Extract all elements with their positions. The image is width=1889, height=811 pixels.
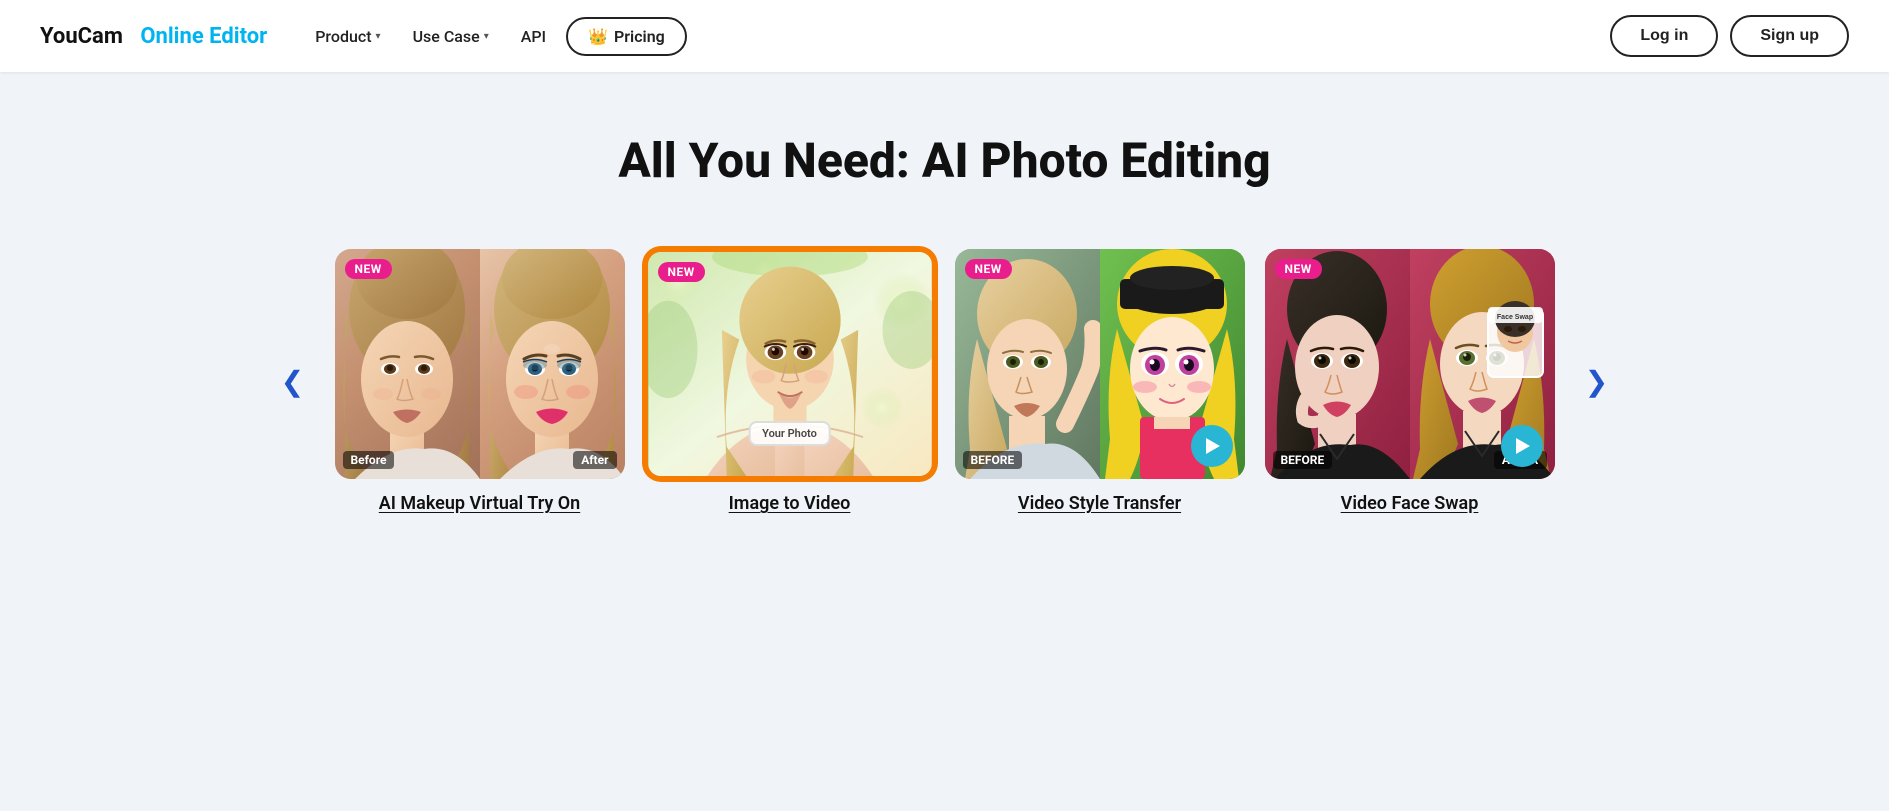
card2-background: Your Photo: [648, 252, 932, 476]
card4-before: [1265, 249, 1410, 479]
logo[interactable]: YouCam Online Editor: [40, 24, 267, 49]
play-button-vfs[interactable]: [1501, 425, 1543, 467]
nav-api[interactable]: API: [509, 19, 558, 54]
prev-arrow[interactable]: ❮: [271, 360, 315, 404]
card1-before: [335, 249, 480, 479]
nav-usecase-label: Use Case: [413, 27, 480, 46]
signup-button[interactable]: Sign up: [1730, 15, 1849, 57]
nav-usecase-chevron: ▾: [484, 31, 489, 42]
logo-youcam: YouCam: [40, 24, 123, 49]
card1-after: [480, 249, 625, 479]
new-badge-itv: NEW: [658, 262, 705, 282]
nav-product-label: Product: [315, 27, 371, 46]
nav-product-chevron: ▾: [376, 31, 381, 42]
card-vst-title: Video Style Transfer: [1018, 493, 1181, 514]
next-arrow[interactable]: ❯: [1575, 360, 1619, 404]
card-makeup-title: AI Makeup Virtual Try On: [379, 493, 580, 514]
new-badge-vfs: NEW: [1275, 259, 1322, 279]
card-itv-title: Image to Video: [729, 493, 851, 514]
card-vfs-image: NEW: [1265, 249, 1555, 479]
label-before-vst: BEFORE: [963, 451, 1023, 469]
nav-api-label: API: [521, 27, 546, 46]
section-title: All You Need: AI Photo Editing: [618, 132, 1270, 189]
crown-icon: 👑: [588, 27, 608, 46]
nav-pricing[interactable]: 👑 Pricing: [566, 17, 687, 56]
card1-split: [335, 249, 625, 479]
card-makeup[interactable]: NEW: [335, 249, 625, 514]
your-photo-label: Your Photo: [748, 421, 831, 446]
label-before-makeup: Before: [343, 451, 395, 469]
card3-before: [955, 249, 1100, 479]
card-makeup-image: NEW: [335, 249, 625, 479]
nav-product[interactable]: Product ▾: [303, 19, 392, 54]
nav-pricing-label: Pricing: [614, 27, 665, 46]
navbar-left: YouCam Online Editor Product ▾ Use Case …: [40, 17, 687, 56]
main-content: All You Need: AI Photo Editing ❮ NEW: [0, 72, 1889, 564]
card-vst-image: NEW: [955, 249, 1245, 479]
label-before-vfs: BEFORE: [1273, 451, 1333, 469]
play-button-vst[interactable]: [1191, 425, 1233, 467]
card-itv-image: NEW: [645, 249, 935, 479]
navbar-right: Log in Sign up: [1610, 15, 1849, 57]
card-image-to-video[interactable]: NEW: [645, 249, 935, 514]
nav-usecase[interactable]: Use Case ▾: [401, 19, 501, 54]
logo-online-editor: Online Editor: [140, 24, 267, 49]
new-badge-vst: NEW: [965, 259, 1012, 279]
svg-text:Face Swap: Face Swap: [1496, 314, 1532, 321]
label-after-makeup: After: [573, 451, 616, 469]
card-vfs-title: Video Face Swap: [1341, 493, 1479, 514]
carousel-wrapper: ❮ NEW: [0, 239, 1889, 524]
card-style-transfer[interactable]: NEW: [955, 249, 1245, 514]
nav-links: Product ▾ Use Case ▾ API 👑 Pricing: [303, 17, 687, 56]
login-button[interactable]: Log in: [1610, 15, 1718, 57]
carousel-track: NEW: [315, 239, 1575, 524]
navbar: YouCam Online Editor Product ▾ Use Case …: [0, 0, 1889, 72]
new-badge-makeup: NEW: [345, 259, 392, 279]
card-face-swap[interactable]: NEW: [1265, 249, 1555, 514]
